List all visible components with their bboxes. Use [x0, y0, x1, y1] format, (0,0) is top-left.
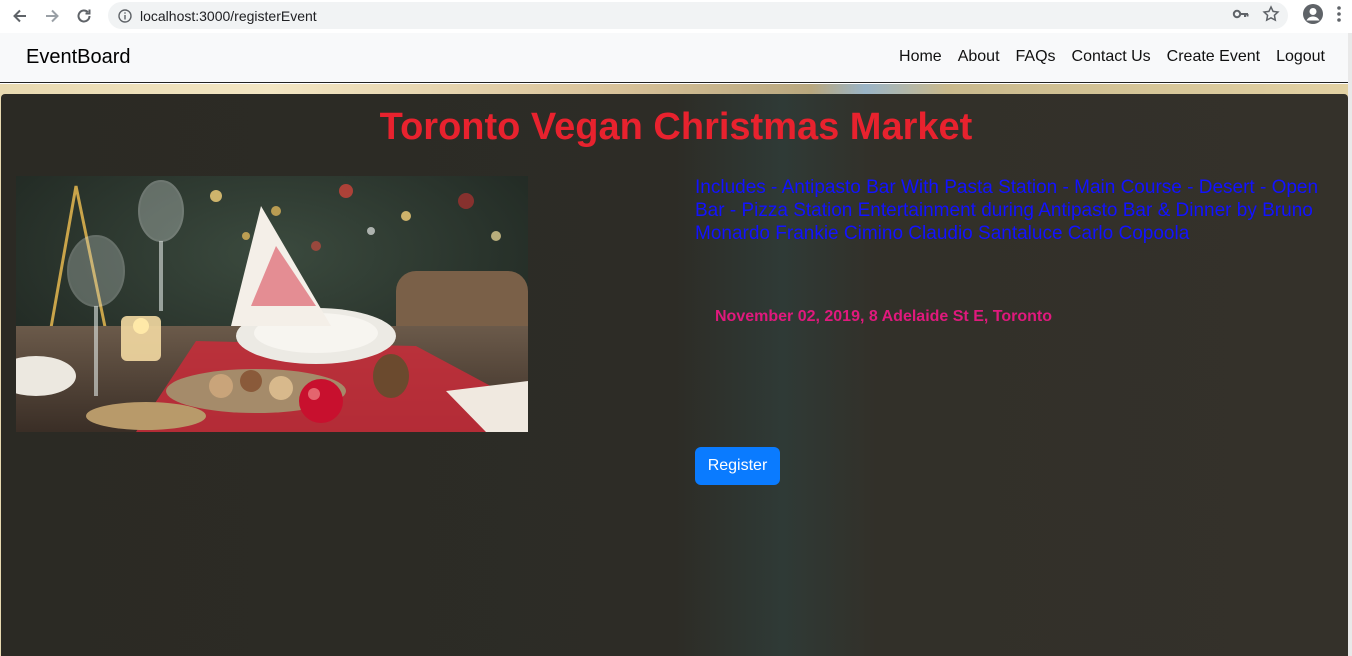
reload-icon: [77, 9, 91, 23]
back-button[interactable]: [8, 4, 32, 28]
star-icon[interactable]: [1262, 5, 1280, 23]
profile-icon[interactable]: [1302, 3, 1324, 25]
arrow-left-icon: [13, 9, 26, 23]
event-description: Includes - Antipasto Bar With Pasta Stat…: [695, 177, 1319, 244]
event-title: Toronto Vegan Christmas Market: [379, 106, 973, 148]
event-date-location: November 02, 2019, 8 Adelaide St E, Toro…: [715, 308, 1052, 325]
arrow-right-icon: [46, 9, 59, 23]
reload-button[interactable]: [72, 4, 96, 28]
christmas-table-image: [16, 176, 528, 432]
address-bar[interactable]: localhost:3000/registerEvent: [108, 2, 1288, 29]
event-image: [16, 176, 528, 432]
nav-link-create-event[interactable]: Create Event: [1167, 48, 1260, 66]
nav-link-about[interactable]: About: [958, 48, 1000, 66]
nav-link-faqs[interactable]: FAQs: [1016, 48, 1056, 66]
more-vert-icon[interactable]: [1332, 3, 1346, 25]
browser-toolbar: localhost:3000/registerEvent: [0, 0, 1352, 32]
nav-link-home[interactable]: Home: [899, 48, 942, 66]
nav-links: Home About FAQs Contact Us Create Event …: [899, 48, 1325, 66]
brand-link[interactable]: EventBoard: [26, 46, 131, 69]
nav-link-logout[interactable]: Logout: [1276, 48, 1325, 66]
url-text: localhost:3000/registerEvent: [140, 7, 317, 24]
forward-button[interactable]: [40, 4, 64, 28]
app-navbar: EventBoard Home About FAQs Contact Us Cr…: [0, 33, 1352, 83]
register-button[interactable]: Register: [695, 447, 780, 485]
nav-link-contact-us[interactable]: Contact Us: [1072, 48, 1151, 66]
key-icon[interactable]: [1232, 5, 1250, 23]
info-icon[interactable]: [118, 8, 132, 23]
